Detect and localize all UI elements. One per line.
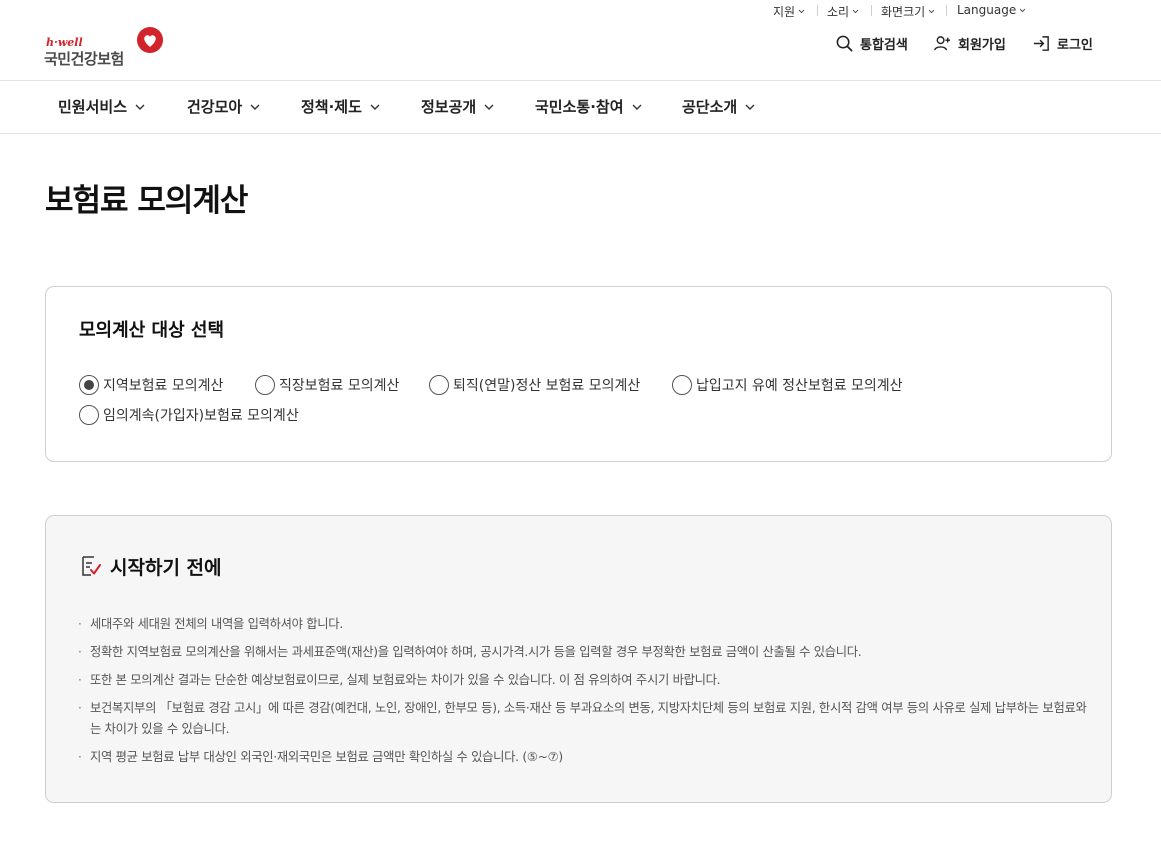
radio-circle[interactable] [672,375,692,395]
gnb-label: 건강모아 [187,98,243,116]
notice-item: 또한 본 모의계산 결과는 단순한 예상보험료이므로, 실제 보험료와는 차이가… [78,670,1088,691]
util-divider [817,5,818,16]
util-support-menu[interactable]: 지원 [773,3,805,20]
util-fontsize-label: 화면크기 [881,5,926,19]
radio-label: 직장보험료 모의계산 [279,378,400,394]
chevron-down-icon [370,104,380,110]
chevron-down-icon [484,104,494,110]
notice-item: 세대주와 세대원 전체의 내역을 입력하셔야 합니다. [78,614,1088,635]
util-divider [871,5,872,16]
gnb-about[interactable]: 공단소개 [682,96,755,117]
chevron-down-icon [632,104,641,110]
chevron-down-icon [1019,8,1026,12]
gnb-label: 민원서비스 [58,98,128,116]
gnb-divider [0,133,1161,134]
signup-link-label: 회원가입 [958,38,1006,53]
radio-regional[interactable]: 지역보험료 모의계산 [79,375,223,395]
login-link[interactable]: 로그인 [1032,34,1093,53]
radio-label: 지역보험료 모의계산 [103,378,224,394]
util-sound-label: 소리 [827,5,850,19]
gnb-label: 정보공개 [421,98,477,116]
chevron-down-icon [798,9,805,14]
radio-circle[interactable] [79,405,99,425]
gnb-policy[interactable]: 정책·제도 [301,96,380,117]
add-user-icon [934,36,951,51]
heart-logo-icon [137,27,163,53]
gnb-label: 공단소개 [682,98,738,116]
login-icon [1033,36,1049,51]
util-language-menu[interactable]: Language [957,3,1026,17]
logo-main-text: 국민건강보험 [44,50,124,68]
gnb-label: 정책·제도 [301,98,362,116]
radio-circle-checked[interactable] [79,375,99,395]
radio-label: 납입고지 유예 정산보험료 모의계산 [696,378,903,394]
notice-list: 세대주와 세대원 전체의 내역을 입력하셔야 합니다. 정확한 지역보험료 모의… [78,614,1088,775]
chevron-down-icon [250,104,260,110]
gnb-participation[interactable]: 국민소통·참여 [535,96,642,117]
gnb-info-disclosure[interactable]: 정보공개 [421,96,494,117]
gnb-label: 국민소통·참여 [535,98,624,116]
notice-item: 지역 평균 보험료 납부 대상인 외국인·재외국민은 보험료 금액만 확인하실 … [78,747,1088,768]
search-link[interactable]: 통합검색 [835,34,908,53]
radio-workplace[interactable]: 직장보험료 모의계산 [255,375,399,395]
calc-target-title: 모의계산 대상 선택 [79,320,225,341]
site-logo[interactable]: h·well 국민건강보험 [44,26,169,68]
radio-deferred-payment[interactable]: 납입고지 유예 정산보험료 모의계산 [672,375,903,395]
gnb-civil-service[interactable]: 민원서비스 [58,96,145,117]
chevron-down-icon [928,9,935,14]
util-fontsize-menu[interactable]: 화면크기 [881,3,935,20]
utility-bar: 지원 소리 화면크기 Language [0,0,1161,22]
radio-voluntary-continuation[interactable]: 임의계속(가입자)보험료 모의계산 [79,405,299,425]
util-support-label: 지원 [773,5,796,19]
search-icon [836,35,853,52]
radio-circle[interactable] [255,375,275,395]
util-sound-menu[interactable]: 소리 [827,3,859,20]
checklist-icon [82,556,101,576]
notice-item: 보건복지부의 「보험료 경감 고시」에 따른 경감(예컨대, 노인, 장애인, … [78,698,1088,740]
radio-circle[interactable] [429,375,449,395]
header-divider [0,80,1161,81]
login-link-label: 로그인 [1057,38,1093,53]
chevron-down-icon [745,104,755,110]
chevron-down-icon [135,104,145,110]
radio-label: 임의계속(가입자)보험료 모의계산 [103,408,299,424]
util-language-label: Language [957,3,1017,17]
gnb-health-moa[interactable]: 건강모아 [187,96,260,117]
before-start-title: 시작하기 전에 [110,557,222,579]
calc-target-panel [45,286,1112,462]
signup-link[interactable]: 회원가입 [933,34,1006,53]
radio-retirement-settlement[interactable]: 퇴직(연말)정산 보험료 모의계산 [429,375,640,395]
radio-label: 퇴직(연말)정산 보험료 모의계산 [453,378,641,394]
notice-item: 정확한 지역보험료 모의계산을 위해서는 과세표준액(재산)을 입력하여야 하며… [78,642,1088,663]
search-link-label: 통합검색 [860,38,908,53]
util-divider [946,5,947,16]
chevron-down-icon [852,9,859,14]
page-title: 보험료 모의계산 [45,183,248,219]
